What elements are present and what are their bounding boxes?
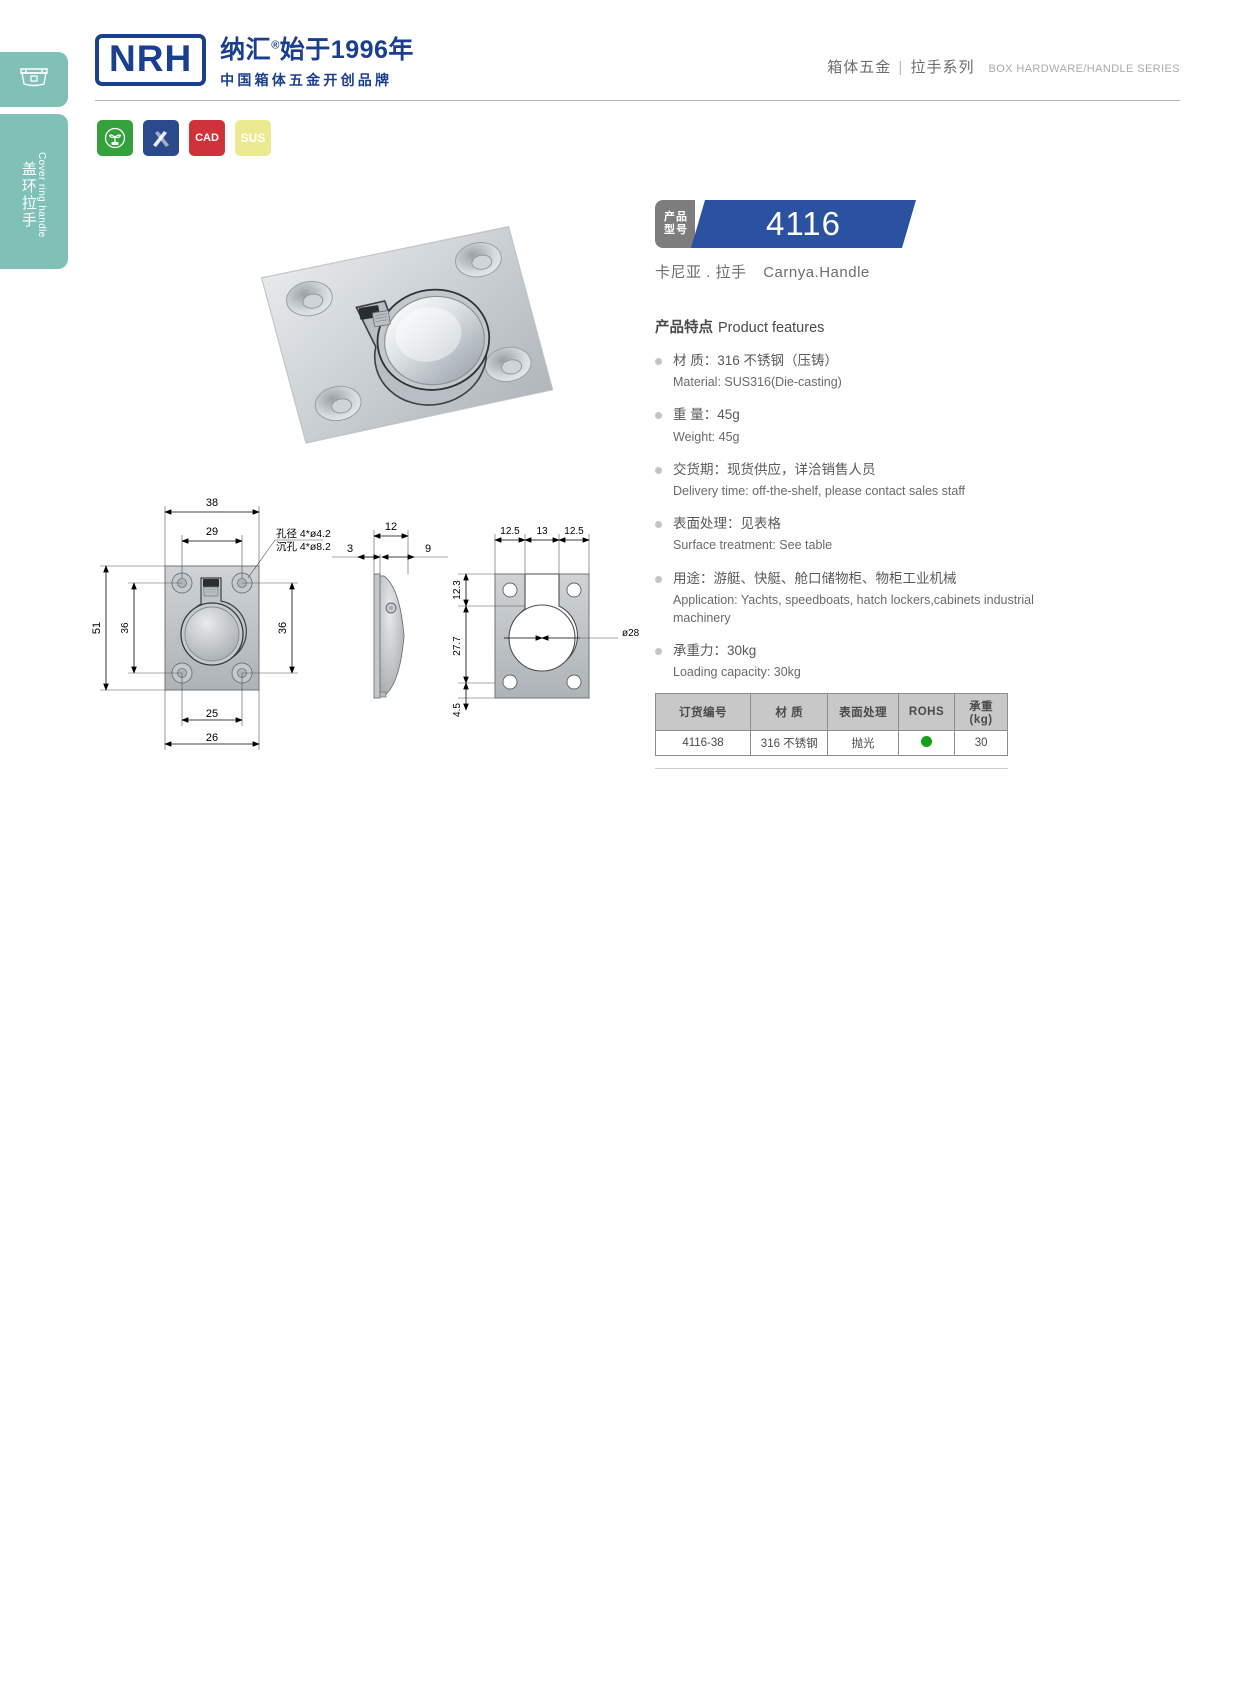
feature-material-en: Material: SUS316(Die-casting) xyxy=(673,375,842,390)
cad-badge[interactable]: CAD xyxy=(189,120,225,156)
feature-delivery-en: Delivery time: off-the-shelf, please con… xyxy=(673,484,966,498)
registered-mark: ® xyxy=(271,39,280,52)
cover-ring-handle-icon xyxy=(19,65,49,94)
sus-badge-label: SUS xyxy=(240,131,266,145)
table-header-row: 订货编号 材 质 表面处理 ROHS 承重 (kg) xyxy=(654,693,1008,731)
feature-load-en: Loading capacity: 30kg xyxy=(673,665,801,680)
brand-since: 始于1996年 xyxy=(279,36,414,64)
technical-drawings: 38 29 51 36 36 25 26 孔径 4*ø4.2 沉孔 4*ø8.2… xyxy=(70,478,650,768)
features-title-en: Product features xyxy=(718,320,825,336)
dim-depth: 12 xyxy=(385,521,397,533)
th-surface: 表面处理 xyxy=(827,693,899,731)
features-title-cn: 产品特点 xyxy=(655,320,713,336)
cell-order-no: 4116-38 xyxy=(654,730,752,756)
sidebar-item-cover-ring-handle[interactable]: 盖环拉手 Cover ring handle xyxy=(0,114,68,269)
feature-application-cn: 用途：游艇、快艇、舱口储物柜、物柜工业机械 xyxy=(655,569,1055,589)
product-name: 卡尼亚 . 拉手 Carnya.Handle xyxy=(655,261,916,282)
feature-material: 材 质：316 不锈钢（压铸） Material: SUS316(Die-cas… xyxy=(655,351,1055,391)
brand-name-cn: 纳汇 xyxy=(220,36,272,64)
features-title: 产品特点 Product features xyxy=(655,316,1055,337)
feature-material-cn: 材 质：316 不锈钢（压铸） xyxy=(655,351,1055,371)
cell-surface: 抛光 xyxy=(827,730,899,756)
th-load: 承重 (kg) xyxy=(954,693,1008,731)
feature-load-cn: 承重力：30kg xyxy=(655,641,1055,661)
section-view: 12.5 13 12.5 12.3 27.7 4.5 ø28 xyxy=(452,526,640,717)
product-photo xyxy=(225,215,575,465)
th-rohs: ROHS xyxy=(897,693,956,731)
product-name-en: Carnya.Handle xyxy=(763,264,870,281)
category-en: BOX HARDWARE/HANDLE SERIES xyxy=(988,63,1180,75)
product-heading: 产品 型号 4116 卡尼亚 . 拉手 Carnya.Handle xyxy=(655,200,916,282)
dim-lip: 3 xyxy=(347,543,353,555)
feature-application: 用途：游艇、快艇、舱口储物柜、物柜工业机械 Application: Yacht… xyxy=(655,569,1055,628)
th-material: 材 质 xyxy=(750,693,829,731)
cad-badge-label: CAD xyxy=(195,132,219,144)
front-view: 38 29 51 36 36 25 26 孔径 4*ø4.2 沉孔 4*ø8.2 xyxy=(91,497,331,750)
dim-height-outer: 51 xyxy=(91,622,103,634)
note-hole-diameter: 孔径 4*ø4.2 xyxy=(276,527,331,540)
dim-bottom: 4.5 xyxy=(452,703,463,717)
dim-bore-dia: ø28 xyxy=(622,628,640,639)
dim-body: 9 xyxy=(425,543,431,555)
dim-hole-span-v: 36 xyxy=(120,622,131,634)
certification-badges: CAD SUS xyxy=(97,120,271,156)
feature-weight: 重 量：45g Weight: 45g xyxy=(655,405,1055,445)
dim-hole-span-v-right: 36 xyxy=(277,622,289,634)
sidebar-label-cn: 盖环拉手 xyxy=(19,160,37,229)
sus-badge[interactable]: SUS xyxy=(235,120,271,156)
model-tag-line2: 型号 xyxy=(664,224,688,236)
product-features: 产品特点 Product features 材 质：316 不锈钢（压铸） Mat… xyxy=(655,316,1055,695)
dim-inner-w: 25 xyxy=(206,708,218,720)
dim-hole-span-h: 29 xyxy=(206,526,218,538)
model-banner-row: 产品 型号 4116 xyxy=(655,200,916,248)
feature-surface: 表面处理：见表格 Surface treatment: See table xyxy=(655,514,1055,554)
drawing-tools-badge[interactable] xyxy=(143,120,179,156)
feature-surface-cn: 表面处理：见表格 xyxy=(655,514,1055,534)
dim-inner-w2: 26 xyxy=(206,732,218,744)
header-divider xyxy=(95,100,1180,101)
sidebar-label-en: Cover ring handle xyxy=(35,151,47,238)
feature-weight-en: Weight: 45g xyxy=(673,429,740,444)
feature-weight-cn: 重 量：45g xyxy=(655,405,1055,425)
note-counterbore: 沉孔 4*ø8.2 xyxy=(276,540,331,553)
rohs-green-dot-icon xyxy=(921,736,933,747)
dim-sec-left: 12.5 xyxy=(500,526,520,537)
brand-subtitle: 中国箱体五金开创品牌 xyxy=(220,72,393,88)
sidebar-item-icon[interactable] xyxy=(0,52,68,107)
feature-application-en: Application: Yachts, speedboats, hatch l… xyxy=(673,592,1034,625)
page-header: NRH 纳汇®始于1996年 中国箱体五金开创品牌 箱体五金 | 拉手系列 BO… xyxy=(95,30,1180,105)
category-cn: 箱体五金 xyxy=(827,59,892,76)
dim-sec-right: 12.5 xyxy=(564,526,584,537)
cell-rohs xyxy=(897,730,956,756)
specification-table: 订货编号 材 质 表面处理 ROHS 承重 (kg) 4116-38 316 不… xyxy=(654,693,1008,756)
feature-surface-en: Surface treatment: See table xyxy=(673,538,833,553)
side-view: 12 3 9 xyxy=(332,521,448,699)
product-name-cn: 卡尼亚 . 拉手 xyxy=(655,264,747,281)
brand-slogan-line: 纳汇®始于1996年 xyxy=(220,30,414,66)
dim-width-outer: 38 xyxy=(206,497,218,509)
cell-material: 316 不锈钢 xyxy=(750,730,829,756)
nrh-logo-mark: NRH xyxy=(95,34,207,86)
rohs-eco-badge[interactable] xyxy=(97,120,133,156)
model-tag-line1: 产品 xyxy=(664,211,688,224)
category-separator: | xyxy=(898,59,904,76)
header-category: 箱体五金 | 拉手系列 BOX HARDWARE/HANDLE SERIES xyxy=(827,56,1180,77)
th-order-no: 订货编号 xyxy=(654,693,752,731)
header-category-text: 箱体五金 | 拉手系列 xyxy=(827,56,974,77)
dim-top-gap: 12.3 xyxy=(452,580,463,600)
feature-delivery-cn: 交货期：现货供应，详洽销售人员 xyxy=(655,460,1055,480)
dim-sec-center: 13 xyxy=(536,526,548,537)
sidebar: 盖环拉手 Cover ring handle xyxy=(0,52,70,269)
dim-bore-height: 27.7 xyxy=(452,636,463,656)
feature-delivery: 交货期：现货供应，详洽销售人员 Delivery time: off-the-s… xyxy=(655,460,1055,500)
model-number: 4116 xyxy=(691,200,916,248)
section-divider xyxy=(655,768,1008,769)
series-cn: 拉手系列 xyxy=(910,59,975,76)
feature-load: 承重力：30kg Loading capacity: 30kg xyxy=(655,641,1055,681)
model-tag: 产品 型号 xyxy=(655,200,695,248)
table-row[interactable]: 4116-38 316 不锈钢 抛光 30 xyxy=(654,730,1008,756)
cell-load: 30 xyxy=(954,730,1008,756)
